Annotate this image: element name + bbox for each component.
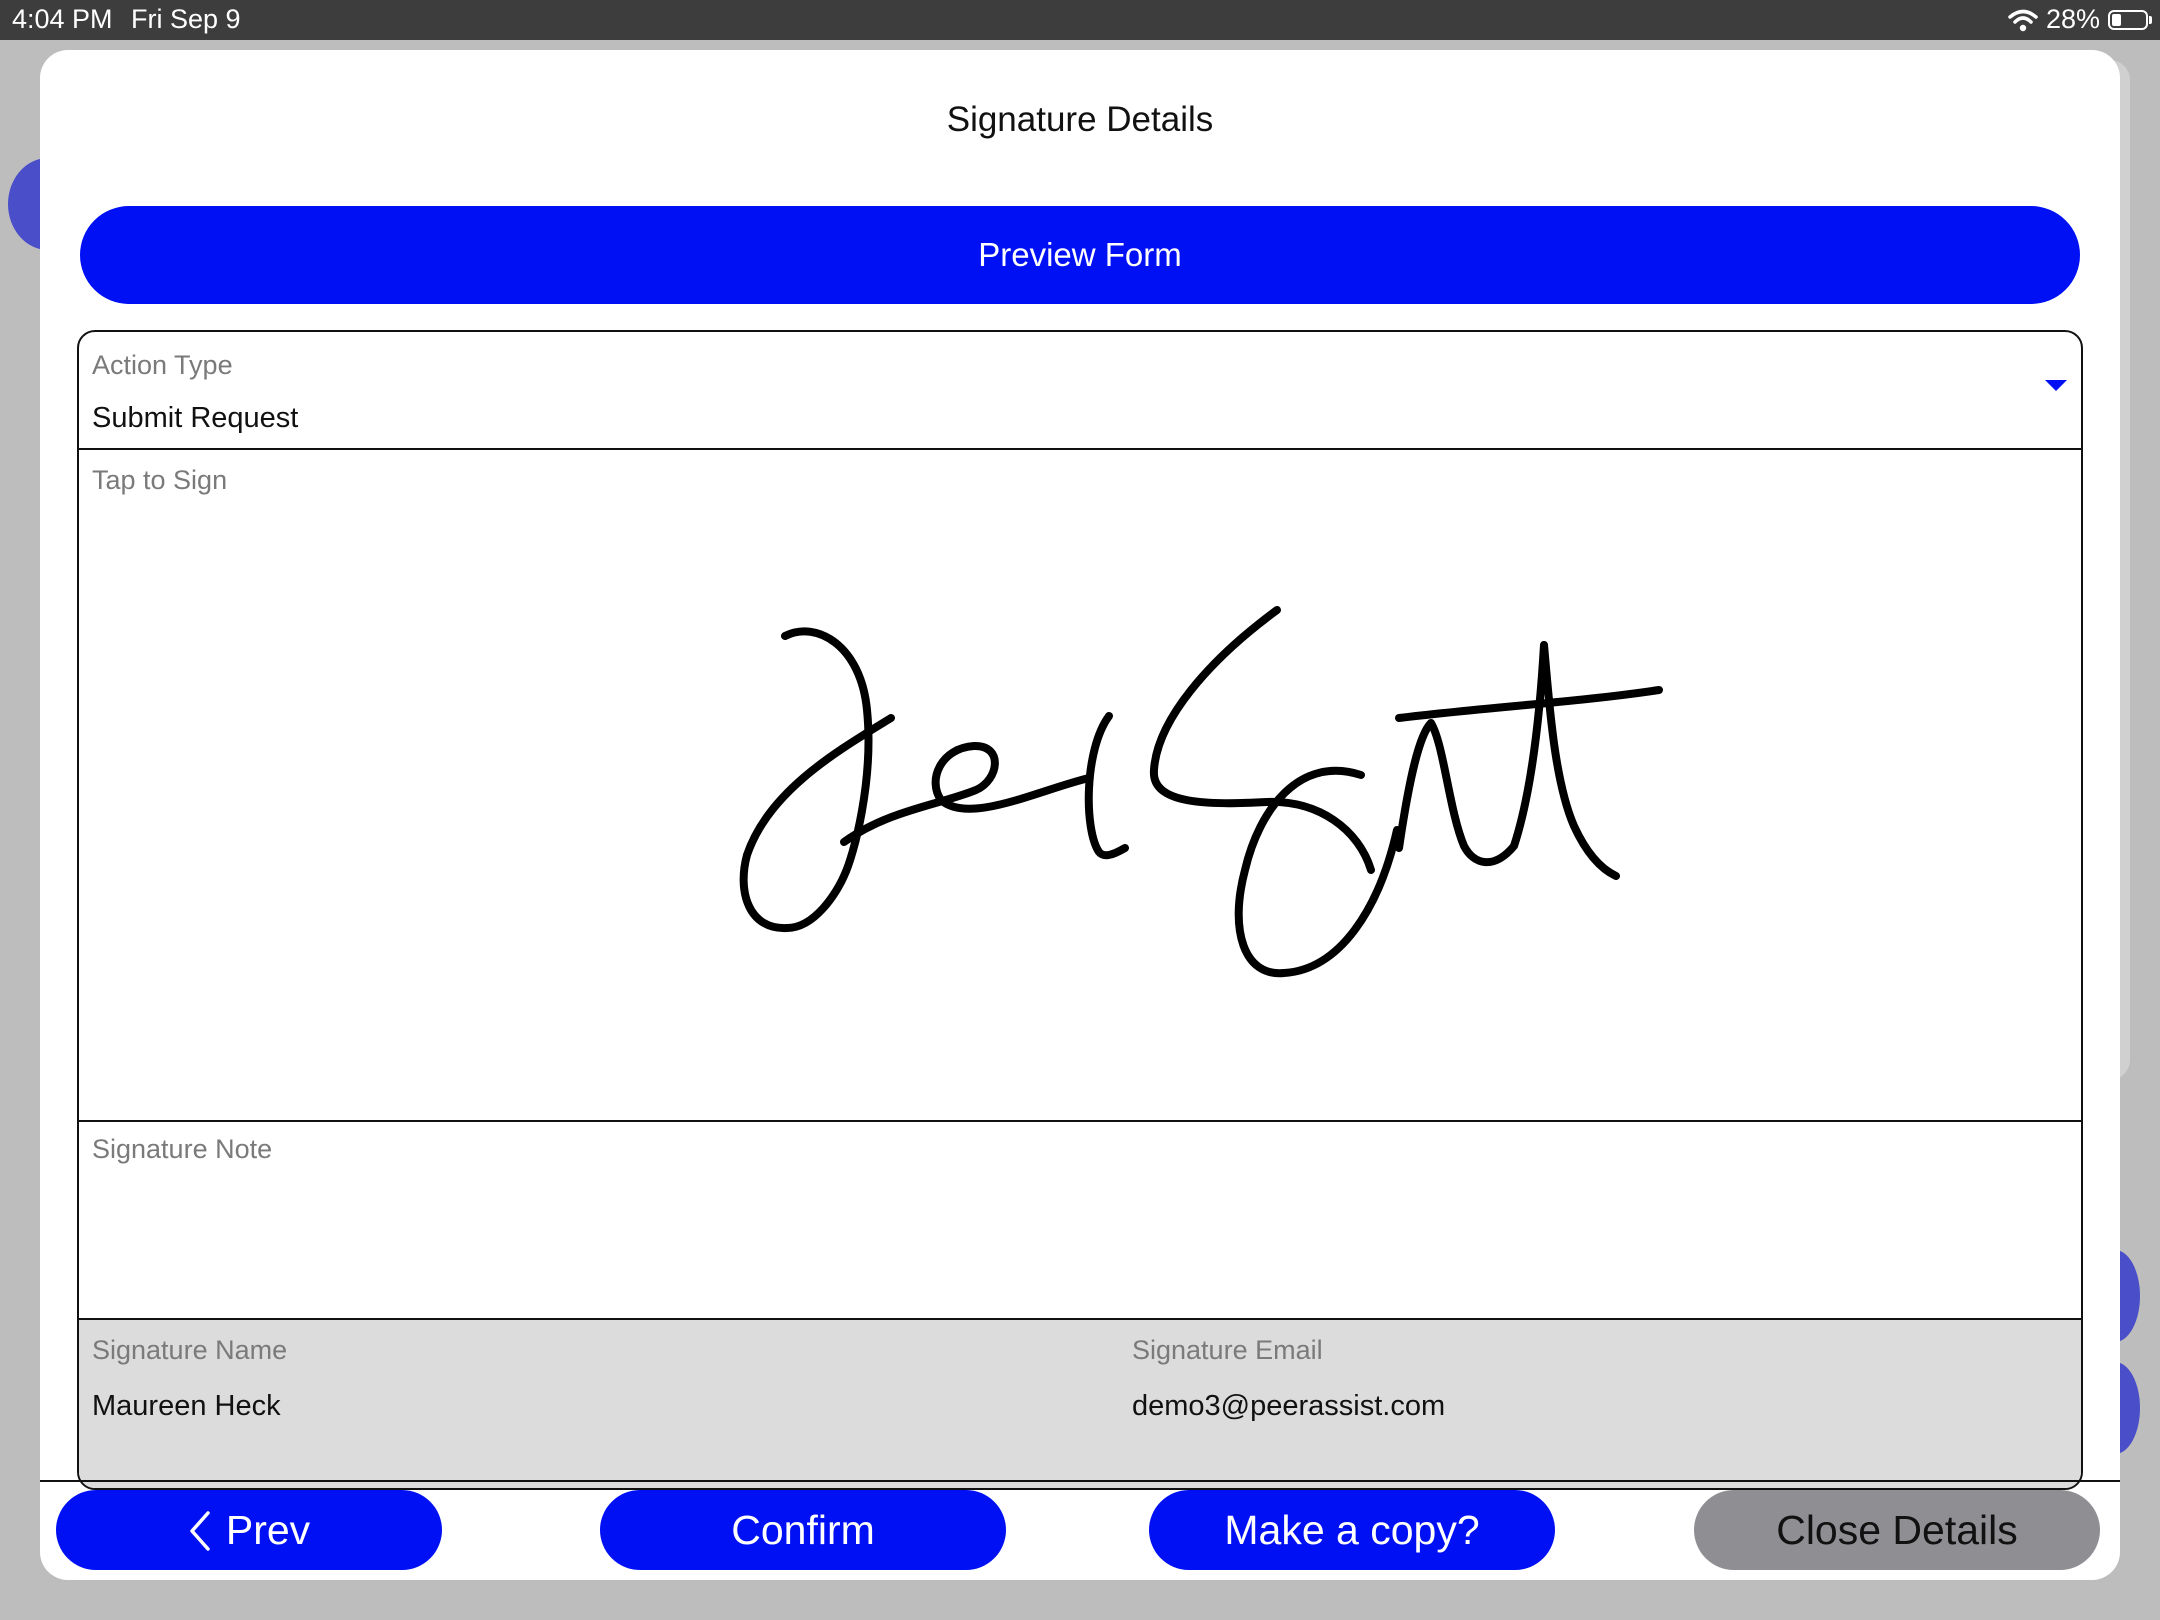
prev-button[interactable]: Prev [56,1490,442,1570]
make-copy-button[interactable]: Make a copy? [1149,1490,1555,1570]
signature-email-value: demo3@peerassist.com [1132,1390,1446,1422]
signature-email-label: Signature Email [1132,1335,1323,1365]
close-details-button[interactable]: Close Details [1694,1490,2100,1570]
chevron-down-icon [2045,380,2067,391]
signature-name-label: Signature Name [92,1335,288,1365]
signature-pad[interactable]: Tap to Sign [79,450,2081,1122]
signature-drawing [739,606,1663,978]
signature-note-label: Signature Note [92,1134,273,1164]
signature-name-value: Maureen Heck [92,1390,281,1422]
signature-details-sheet: Signature Details Preview Form Action Ty… [40,50,2120,1580]
battery-fill [2112,13,2121,26]
signature-note-field[interactable]: Signature Note [79,1122,2081,1320]
status-date: Fri Sep 9 [131,4,241,34]
status-right: 28% [2008,4,2152,35]
footer-divider [40,1480,2120,1482]
preview-form-button[interactable]: Preview Form [80,206,2080,304]
wifi-icon [2008,9,2038,31]
action-type-label: Action Type [92,350,233,380]
status-bar: 4:04 PM Fri Sep 9 28% [0,0,2160,40]
sheet-title: Signature Details [946,100,1214,139]
confirm-button[interactable]: Confirm [600,1490,1006,1570]
signer-info: Signature Name Maureen Heck Signature Em… [79,1320,2081,1488]
status-time: 4:04 PM [12,4,113,34]
chevron-left-icon [190,1511,210,1551]
action-type-select[interactable]: Action Type Submit Request [79,332,2081,450]
battery-icon [2108,9,2152,30]
prev-button-label: Prev [225,1506,311,1553]
battery-percent: 28% [2045,4,2100,34]
action-type-value: Submit Request [92,402,299,434]
signature-form: Action Type Submit Request Tap to Sign S… [77,330,2083,1490]
